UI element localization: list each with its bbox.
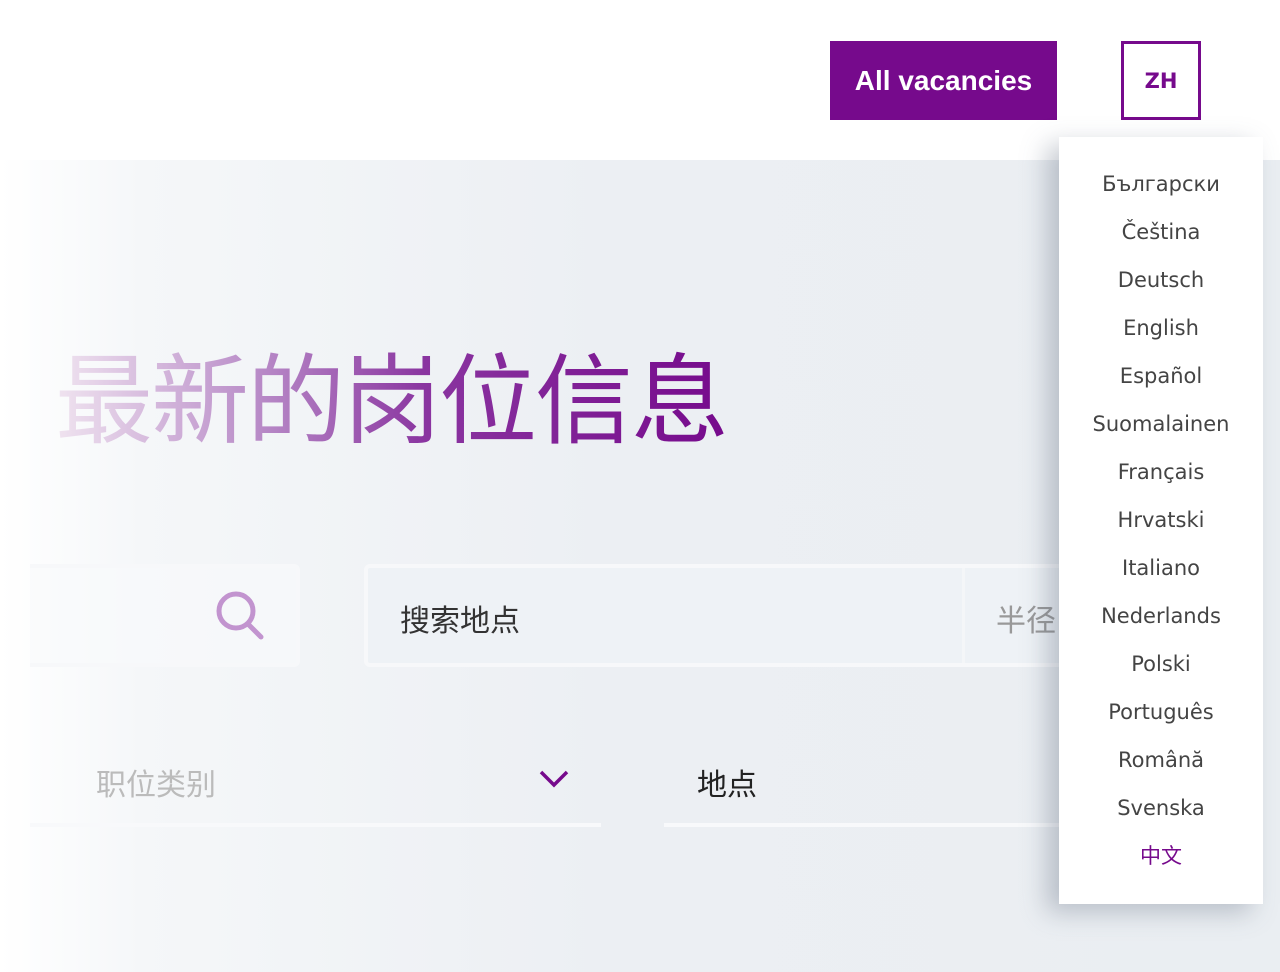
location-underline: [664, 823, 1084, 827]
language-option[interactable]: Čeština: [1059, 217, 1263, 265]
language-option[interactable]: Română: [1059, 745, 1263, 793]
language-option[interactable]: Italiano: [1059, 553, 1263, 601]
all-vacancies-button[interactable]: All vacancies: [830, 41, 1057, 120]
language-selector-button[interactable]: ZH: [1121, 41, 1201, 120]
category-underline: [30, 823, 601, 827]
language-dropdown-menu: Български Čeština Deutsch English Españo…: [1059, 137, 1263, 904]
language-option[interactable]: Polski: [1059, 649, 1263, 697]
language-option[interactable]: English: [1059, 313, 1263, 361]
language-option[interactable]: Български: [1059, 169, 1263, 217]
job-category-select[interactable]: 职位类别: [96, 760, 216, 804]
page-title: 最新的岗位信息: [55, 322, 729, 464]
location-search-placeholder: 搜索地点: [400, 604, 520, 639]
language-option[interactable]: Español: [1059, 361, 1263, 409]
language-option[interactable]: Hrvatski: [1059, 505, 1263, 553]
input-divider: [962, 568, 965, 663]
radius-select[interactable]: 半径: [996, 596, 1056, 640]
language-option[interactable]: Deutsch: [1059, 265, 1263, 313]
site-header: All vacancies ZH: [0, 0, 1280, 160]
language-option[interactable]: Svenska: [1059, 793, 1263, 841]
language-option[interactable]: Français: [1059, 457, 1263, 505]
chevron-down-icon[interactable]: [538, 768, 570, 790]
language-option[interactable]: Suomalainen: [1059, 409, 1263, 457]
search-icon[interactable]: [214, 590, 266, 642]
language-option-active[interactable]: 中文: [1059, 841, 1263, 889]
language-option[interactable]: Português: [1059, 697, 1263, 745]
language-option[interactable]: Nederlands: [1059, 601, 1263, 649]
location-filter[interactable]: 地点: [697, 760, 757, 804]
